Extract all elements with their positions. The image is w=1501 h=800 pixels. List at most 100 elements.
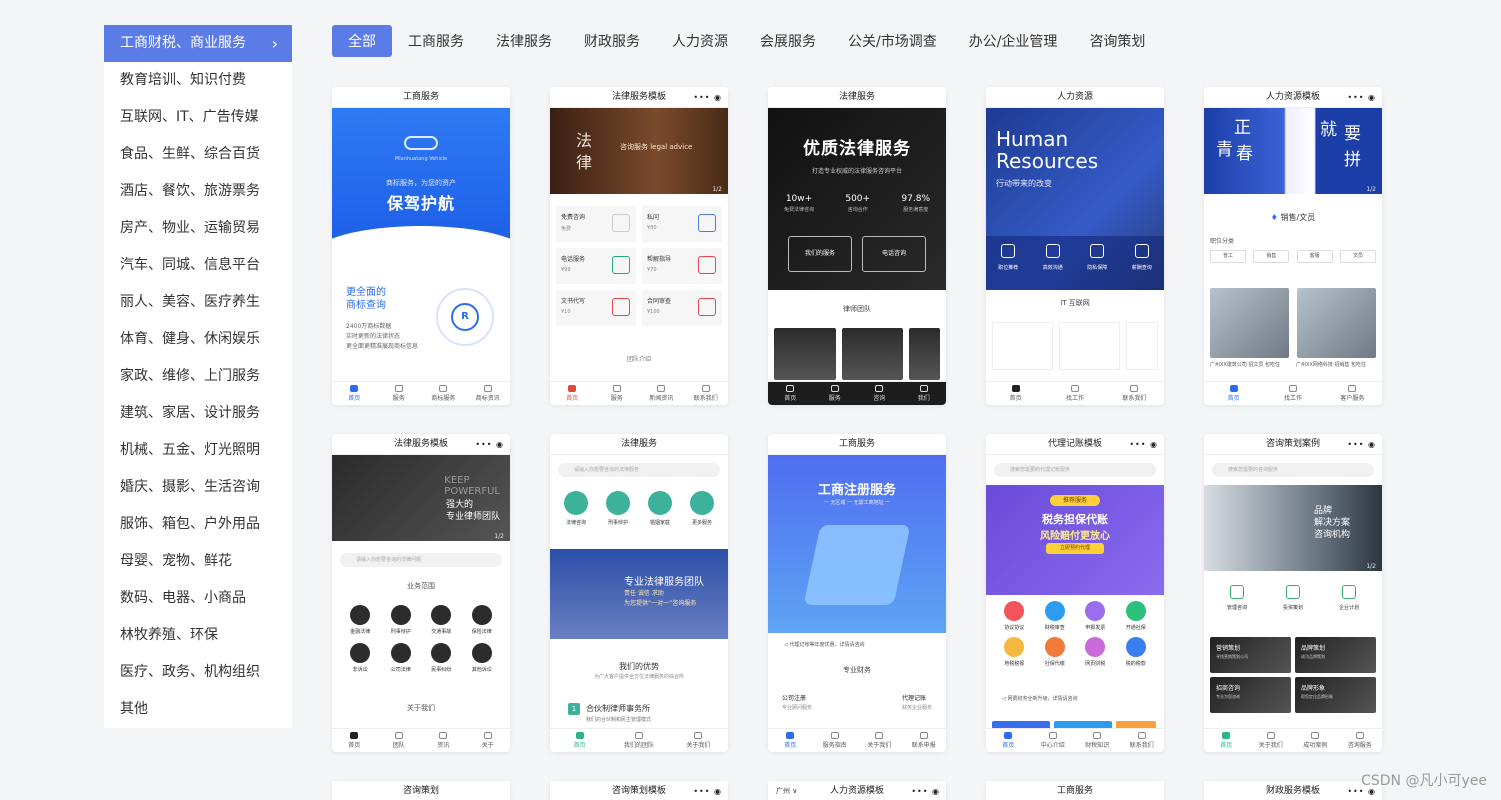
- template-card-finance-template[interactable]: 财政服务模板 ••• ◉: [1204, 781, 1382, 800]
- tab-consulting[interactable]: 咨询策划: [1089, 31, 1145, 51]
- tabbar-item[interactable]: 联系申报: [902, 729, 947, 752]
- template-card-legal[interactable]: 法律服务模板 ••• ◉ 法律 咨询服务 legal advice 1/2 免费咨…: [550, 87, 728, 405]
- service-item[interactable]: 刑事辩护: [600, 491, 636, 526]
- sidebar-item-housekeeping[interactable]: 家政、维修、上门服务: [104, 358, 292, 395]
- feature-item[interactable]: 隐私保障: [1075, 236, 1120, 290]
- search-input[interactable]: 搜索您需要的咨询服务: [1212, 463, 1374, 477]
- tabbar-item[interactable]: 客户服务: [1323, 382, 1382, 405]
- category-tag[interactable]: 普工: [1210, 250, 1246, 263]
- tabbar-item[interactable]: 财税知识: [1075, 729, 1120, 752]
- service-item[interactable]: 婚姻家庭: [642, 491, 678, 526]
- search-input[interactable]: 请输入你想要咨询的法律服务: [558, 463, 720, 477]
- tabbar-item[interactable]: 关于我们: [669, 729, 728, 752]
- template-card-consulting-plan[interactable]: 咨询策划: [332, 781, 510, 800]
- practice-item[interactable]: 其他诉讼: [462, 643, 503, 673]
- practice-item[interactable]: 金融法律: [340, 605, 381, 635]
- service-item[interactable]: 开通社保: [1116, 601, 1157, 631]
- practice-item[interactable]: 刑事辩护: [381, 605, 422, 635]
- practice-item[interactable]: 民事纠纷: [421, 643, 462, 673]
- tabbar-item[interactable]: 新闻资讯: [639, 382, 684, 405]
- template-card-business[interactable]: 工商服务 Mianhuatang Vehicle 商标服务，为您的资产 保驾护航…: [332, 87, 510, 405]
- case-card[interactable]: 品牌形象 帮您定位品牌形象: [1295, 677, 1376, 713]
- feature-item[interactable]: 职位推荐: [986, 236, 1031, 290]
- city-selector[interactable]: 广州 ∨: [776, 781, 797, 800]
- tabbar-item[interactable]: 服务: [813, 382, 858, 405]
- sidebar-item-machinery[interactable]: 机械、五金、灯光照明: [104, 432, 292, 469]
- book-now-button[interactable]: 立即预约代理: [1046, 543, 1104, 554]
- service-item[interactable]: 法律咨询: [558, 491, 594, 526]
- tabbar-item[interactable]: 商标资讯: [466, 382, 511, 405]
- tabbar-item[interactable]: 资讯: [421, 729, 466, 752]
- tabbar-item[interactable]: 首页: [768, 729, 813, 752]
- search-input[interactable]: 搜索您需要的代理记账服务: [994, 463, 1156, 477]
- tabbar-item[interactable]: 首页: [1204, 382, 1263, 405]
- practice-item[interactable]: 公司法律: [381, 643, 422, 673]
- tabbar-item[interactable]: 服务指南: [813, 729, 858, 752]
- tabbar-item[interactable]: 找工作: [1045, 382, 1104, 405]
- sidebar-item-wedding[interactable]: 婚庆、摄影、生活咨询: [104, 469, 292, 506]
- our-services-button[interactable]: 我们的服务: [788, 236, 852, 272]
- sidebar-item-education[interactable]: 教育培训、知识付费: [104, 62, 292, 99]
- service-item[interactable]: 税的税款: [1116, 637, 1157, 667]
- template-card-consulting-template[interactable]: 咨询策划模板 ••• ◉: [550, 781, 728, 800]
- feature-item[interactable]: 薪酬查询: [1120, 236, 1165, 290]
- sidebar-item-business[interactable]: 工商财税、商业服务 ›: [104, 25, 292, 62]
- template-card-legal-dark[interactable]: 法律服务 优质法律服务 打造专业权威的法律服务咨询平台 10w+ 免费法律咨询 5…: [768, 87, 946, 405]
- service-cell[interactable]: 文书代写 ¥10: [556, 290, 636, 326]
- sidebar-item-food[interactable]: 食品、生鲜、综合百货: [104, 136, 292, 173]
- sidebar-item-internet[interactable]: 互联网、IT、广告传媒: [104, 99, 292, 136]
- service-item[interactable]: 更多服务: [684, 491, 720, 526]
- phone-consult-button[interactable]: 电话咨询: [862, 236, 926, 272]
- tabbar-item[interactable]: 关于: [466, 729, 511, 752]
- sidebar-item-medical[interactable]: 医疗、政务、机构组织: [104, 654, 292, 691]
- tabbar-item[interactable]: 首页: [332, 382, 377, 405]
- search-input[interactable]: 请输入你想要咨询的法律问题: [340, 553, 502, 567]
- tabbar-item[interactable]: 首页: [986, 382, 1045, 405]
- tabbar-item[interactable]: 联系我们: [1105, 382, 1164, 405]
- tab-office[interactable]: 办公/企业管理: [969, 31, 1058, 51]
- service-item[interactable]: 财税审查: [1035, 601, 1076, 631]
- category-tag[interactable]: 客服: [1296, 250, 1333, 263]
- tabbar-item[interactable]: 找工作: [1263, 382, 1322, 405]
- template-card-hr-template-2[interactable]: 广州 ∨ 人力资源模板 ••• ◉: [768, 781, 946, 800]
- tabbar-item[interactable]: 咨询: [857, 382, 902, 405]
- service-cell[interactable]: 免费咨询 免费: [556, 206, 636, 242]
- service-cell[interactable]: 电话服务 ¥99: [556, 248, 636, 284]
- sidebar-item-apparel[interactable]: 服饰、箱包、户外用品: [104, 506, 292, 543]
- case-card[interactable]: 营销策划 寻找营销策划公司: [1210, 637, 1291, 673]
- sidebar-item-other[interactable]: 其他: [104, 691, 292, 728]
- sidebar-item-beauty[interactable]: 丽人、美容、医疗养生: [104, 284, 292, 321]
- service-item[interactable]: 网页财税: [1075, 637, 1116, 667]
- tab-finance[interactable]: 财政服务: [584, 31, 640, 51]
- tabbar-item[interactable]: 我们的团队: [609, 729, 668, 752]
- tabbar-item[interactable]: 服务: [377, 382, 422, 405]
- category-tag[interactable]: 销售: [1253, 250, 1290, 263]
- tabbar-item[interactable]: 团队: [377, 729, 422, 752]
- service-item[interactable]: 社保代缴: [1035, 637, 1076, 667]
- tabbar-item[interactable]: 中心介绍: [1031, 729, 1076, 752]
- service-cell[interactable]: 合同审查 ¥100: [642, 290, 722, 326]
- tabbar-item[interactable]: 成功案例: [1293, 729, 1338, 752]
- case-card[interactable]: 招商咨询 专业为您咨询: [1210, 677, 1291, 713]
- tab-all[interactable]: 全部: [332, 25, 392, 57]
- tabbar-item[interactable]: 关于我们: [857, 729, 902, 752]
- sidebar-item-digital[interactable]: 数码、电器、小商品: [104, 580, 292, 617]
- sidebar-item-baby[interactable]: 母婴、宠物、鲜花: [104, 543, 292, 580]
- sidebar-item-sports[interactable]: 体育、健身、休闲娱乐: [104, 321, 292, 358]
- sidebar-item-agriculture[interactable]: 林牧养殖、环保: [104, 617, 292, 654]
- service-cell[interactable]: 私问 ¥80: [642, 206, 722, 242]
- practice-item[interactable]: 保险法律: [462, 605, 503, 635]
- service-item[interactable]: 地税税报: [994, 637, 1035, 667]
- sidebar-item-construction[interactable]: 建筑、家居、设计服务: [104, 395, 292, 432]
- template-card-registration[interactable]: 工商服务 工商注册服务 一 无区域 一 无需工商地址 一 ◁ 代理记账等年度优惠…: [768, 434, 946, 752]
- tabbar-item[interactable]: 咨询服务: [1338, 729, 1383, 752]
- tab-hr[interactable]: 人力资源: [672, 31, 728, 51]
- category-tag[interactable]: 文员: [1339, 250, 1376, 263]
- template-card-business-2[interactable]: 工商服务: [986, 781, 1164, 800]
- sidebar-item-auto[interactable]: 汽车、同城、信息平台: [104, 247, 292, 284]
- tab-pr[interactable]: 公关/市场调查: [848, 31, 937, 51]
- practice-item[interactable]: 交通事故: [421, 605, 462, 635]
- tabbar-item[interactable]: 首页: [768, 382, 813, 405]
- tabbar-item[interactable]: 关于我们: [1249, 729, 1294, 752]
- service-item[interactable]: 投资策划: [1268, 585, 1318, 611]
